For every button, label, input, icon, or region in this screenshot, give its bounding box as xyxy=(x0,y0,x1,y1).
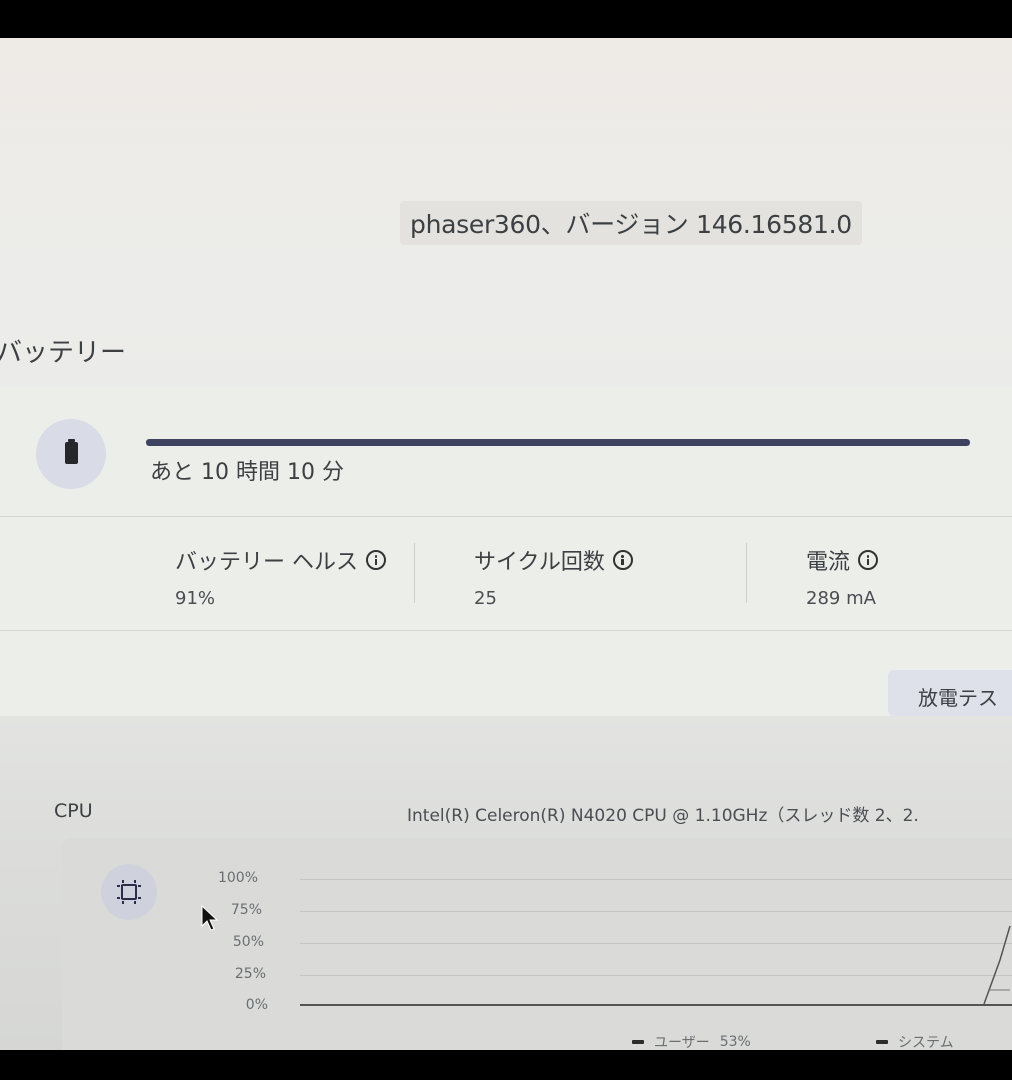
cycle-count-value: 25 xyxy=(474,588,497,609)
battery-divider-bottom xyxy=(0,630,1012,631)
battery-charge-bar xyxy=(146,439,970,446)
info-icon[interactable] xyxy=(858,550,879,570)
legend-swatch xyxy=(876,1040,888,1044)
device-version-label: phaser360、バージョン 146.16581.0 xyxy=(400,201,862,245)
discharge-test-button[interactable]: 放電テス xyxy=(888,670,1012,716)
legend-system: システム xyxy=(876,1032,954,1050)
y-tick-label: 50% xyxy=(232,934,264,950)
stat-separator xyxy=(746,543,747,603)
current-label: 電流 xyxy=(806,550,851,575)
legend-user-label: ユーザー xyxy=(654,1035,710,1050)
current-stat: 電流 289 mA xyxy=(806,544,879,609)
battery-time-remaining: あと 10 時間 10 分 xyxy=(150,460,344,485)
battery-divider-top xyxy=(0,516,1012,517)
stat-separator xyxy=(414,543,415,603)
chart-baseline xyxy=(300,1004,1012,1006)
diagnostics-screen: phaser360、バージョン 146.16581.0 バッテリー あと 10 … xyxy=(0,38,1012,1050)
cpu-model-label: Intel(R) Celeron(R) N4020 CPU @ 1.10GHz（… xyxy=(407,806,919,826)
legend-system-label: システム xyxy=(898,1035,954,1050)
cpu-chip-icon xyxy=(101,864,157,920)
mouse-cursor-icon xyxy=(201,904,219,931)
y-tick-label: 0% xyxy=(245,997,268,1013)
gridline xyxy=(300,975,1012,976)
legend-user-value: 53% xyxy=(719,1034,751,1050)
cpu-section-title: CPU xyxy=(54,800,93,822)
gridline xyxy=(300,943,1012,944)
info-icon[interactable] xyxy=(612,550,633,570)
battery-health-label: バッテリー ヘルス xyxy=(175,550,358,575)
battery-health-stat: バッテリー ヘルス 91% xyxy=(175,544,386,609)
cycle-count-label: サイクル回数 xyxy=(474,550,605,575)
current-value: 289 mA xyxy=(806,588,876,609)
battery-icon xyxy=(36,419,106,489)
legend-swatch xyxy=(632,1040,644,1044)
gridline xyxy=(300,879,1012,880)
cpu-usage-line xyxy=(983,925,1011,1005)
battery-charge-fill xyxy=(146,439,970,446)
gridline xyxy=(300,911,1012,912)
info-icon[interactable] xyxy=(366,550,386,570)
battery-health-value: 91% xyxy=(175,588,216,609)
legend-user: ユーザー 53% xyxy=(632,1032,751,1050)
y-tick-label: 100% xyxy=(217,870,258,886)
battery-section-title: バッテリー xyxy=(0,338,127,368)
cycle-count-stat: サイクル回数 25 xyxy=(474,544,633,609)
y-tick-label: 25% xyxy=(234,966,266,982)
